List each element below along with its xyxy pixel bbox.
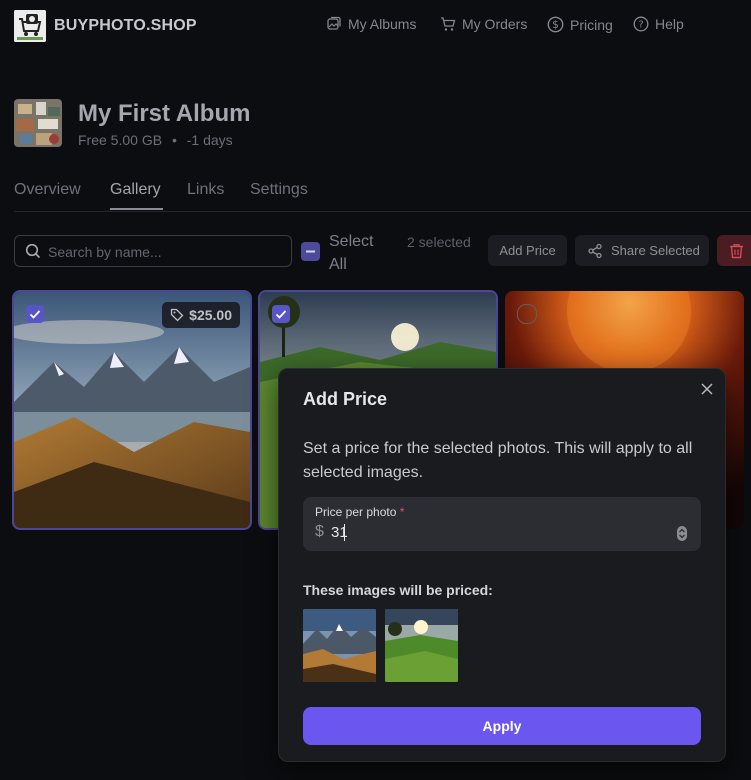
storage-text: Free 5.00 GB [78, 132, 163, 148]
dollar-circle-icon: $ [547, 16, 564, 33]
search-field[interactable]: Search by name... [14, 235, 292, 267]
stepper-arrows-icon [679, 528, 685, 539]
preview-label: These images will be priced: [303, 582, 493, 598]
svg-text:$: $ [552, 18, 559, 31]
photo-card-mountain[interactable]: $25.00 [12, 290, 252, 530]
top-bar: BUYPHOTO.SHOP My Albums My Orders $ Pric… [0, 0, 751, 52]
share-icon [588, 243, 602, 258]
cart-icon [441, 17, 456, 31]
number-stepper[interactable] [677, 526, 687, 541]
selected-count: 2 selected [407, 234, 471, 250]
preview-thumbnail [385, 609, 458, 682]
delete-button[interactable] [717, 235, 751, 266]
nav-label: My Albums [348, 16, 417, 32]
select-all-checkbox[interactable] [301, 242, 320, 261]
price-per-photo-field[interactable]: Price per photo * $ 31 [303, 497, 701, 551]
thumb-meadow [385, 609, 458, 682]
nav-my-orders[interactable]: My Orders [440, 16, 527, 32]
active-tab-indicator [110, 208, 163, 210]
nav-label: Pricing [570, 16, 613, 33]
albums-icon [327, 16, 341, 30]
select-all-label[interactable]: Select All [329, 230, 389, 276]
add-price-button[interactable]: Add Price [488, 235, 567, 266]
price-text: $25.00 [189, 307, 232, 323]
currency-symbol: $ [315, 523, 324, 540]
tag-icon [171, 308, 184, 322]
album-title: My First Album [78, 100, 251, 127]
photo-checkbox[interactable] [517, 304, 537, 324]
share-selected-button[interactable]: Share Selected [575, 235, 709, 266]
price-badge: $25.00 [162, 302, 240, 328]
photo-checkbox[interactable] [26, 305, 44, 323]
nav-pricing[interactable]: $ Pricing [547, 16, 613, 33]
nav-help[interactable]: ? Help [633, 16, 684, 32]
days-text: -1 days [186, 132, 233, 148]
tab-overview[interactable]: Overview [14, 181, 81, 199]
help-icon: ? [633, 16, 649, 32]
apply-button[interactable]: Apply [303, 707, 701, 745]
minus-icon [306, 250, 315, 253]
tab-links[interactable]: Links [187, 181, 224, 199]
share-selected-label: Share Selected [611, 243, 700, 258]
album-cover [14, 99, 62, 147]
preview-thumbnail [303, 609, 376, 682]
required-mark: * [399, 505, 405, 519]
photo-checkbox[interactable] [272, 305, 290, 323]
text-caret [344, 524, 345, 541]
check-icon [29, 310, 41, 319]
dialog-description: Set a price for the selected photos. Thi… [303, 440, 693, 481]
price-field-label: Price per photo * [315, 505, 404, 519]
add-price-dialog: Add Price Set a price for the selected p… [278, 368, 726, 762]
add-price-label: Add Price [499, 243, 556, 258]
album-meta: Free 5.00 GB • -1 days [78, 132, 233, 148]
search-icon [25, 243, 41, 259]
search-input[interactable]: Search by name... [48, 244, 162, 260]
svg-text:?: ? [638, 20, 643, 31]
brand-name[interactable]: BUYPHOTO.SHOP [54, 17, 197, 35]
price-input[interactable]: 31 [331, 524, 348, 541]
price-label-text: Price per photo [315, 505, 397, 519]
trash-icon [730, 244, 743, 259]
brand-logo[interactable] [14, 10, 46, 42]
tab-settings[interactable]: Settings [250, 181, 308, 199]
nav-my-albums[interactable]: My Albums [326, 16, 416, 32]
close-icon[interactable] [699, 381, 715, 397]
dialog-title: Add Price [303, 389, 388, 409]
nav-label: My Orders [462, 16, 528, 32]
thumb-mountain [303, 609, 376, 682]
tab-bar: Overview Gallery Links Settings [14, 180, 751, 212]
check-icon [275, 310, 287, 319]
tab-gallery[interactable]: Gallery [110, 181, 161, 199]
meta-separator: • [171, 132, 177, 148]
nav-label: Help [655, 16, 684, 32]
